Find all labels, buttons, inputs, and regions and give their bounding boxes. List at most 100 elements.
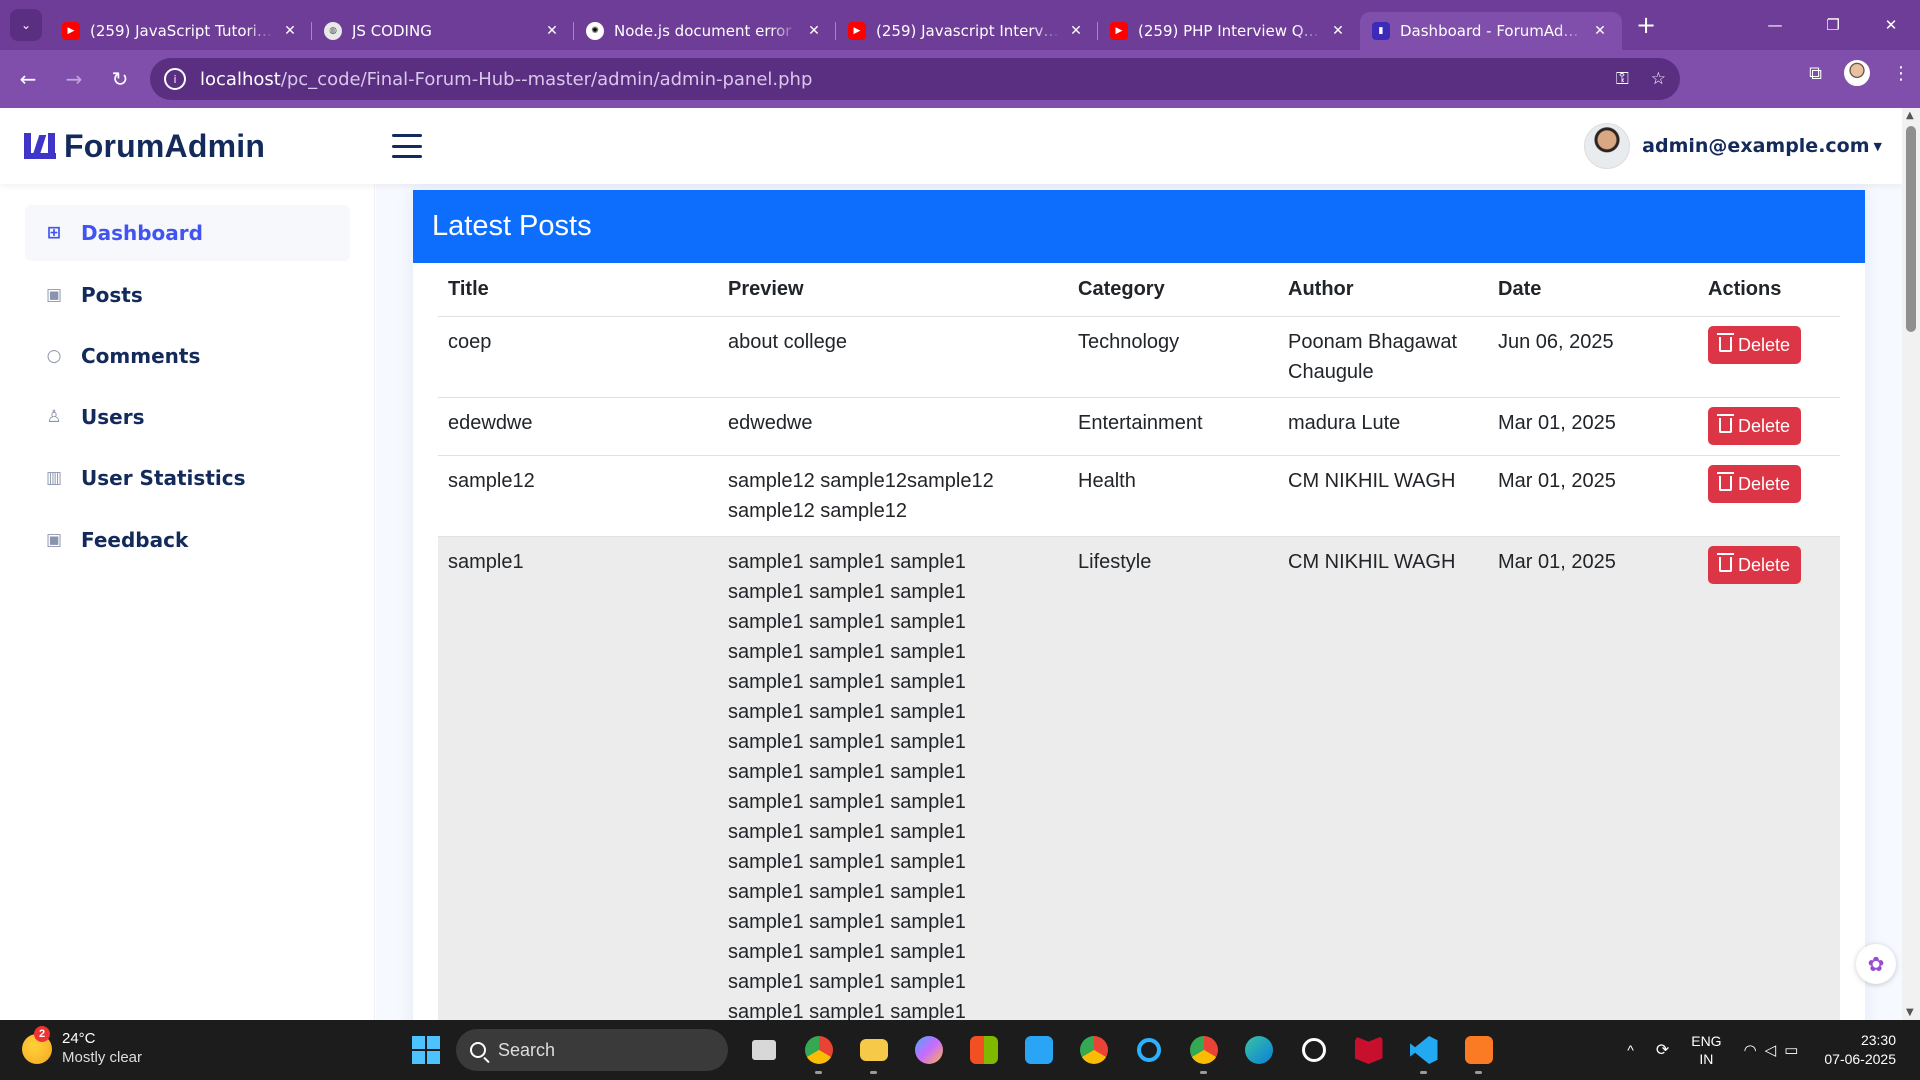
new-tab-icon[interactable]: + [1636, 11, 1656, 39]
weather-widget[interactable]: 2 24°C Mostly clear [22, 1026, 142, 1068]
profile-avatar[interactable] [1844, 60, 1870, 86]
youtube-icon: ▶ [848, 22, 866, 40]
sidebar-item-comments[interactable]: ○ Comments [25, 328, 350, 384]
youtube-icon: ▶ [1110, 22, 1128, 40]
tray-overflow-icon[interactable]: ^ [1627, 1042, 1634, 1058]
edge-icon[interactable] [1231, 1028, 1286, 1072]
sidebar-item-label: User Statistics [81, 466, 246, 490]
forward-icon[interactable]: → [56, 61, 92, 97]
taskbar-apps: Search [404, 1028, 1506, 1074]
close-tab-icon[interactable]: ✕ [280, 23, 300, 39]
user-avatar[interactable] [1584, 123, 1631, 169]
page-scrollbar[interactable]: ▲ ▼ [1902, 108, 1920, 1020]
post-title: sample1 [438, 536, 718, 1020]
tab-search-button[interactable]: ⌄ [10, 9, 42, 41]
close-tab-icon[interactable]: ✕ [1066, 23, 1086, 39]
ai-assistant-icon[interactable]: ✿ [1856, 944, 1896, 984]
browser-tab-active[interactable]: ▮ Dashboard - ForumAdmin ✕ [1360, 12, 1622, 50]
minimize-icon[interactable]: — [1746, 0, 1804, 50]
extensions-icon[interactable]: ⧉ [1809, 63, 1822, 84]
site-info-icon[interactable]: i [164, 68, 186, 90]
browser-tab[interactable]: ▶ (259) Javascript Interview C ✕ [836, 12, 1098, 50]
post-icon: ▣ [45, 285, 63, 305]
cortana-icon[interactable] [1121, 1028, 1176, 1072]
sidebar-toggle-icon[interactable] [392, 134, 422, 158]
sidebar-item-users[interactable]: ♙ Users [25, 389, 350, 445]
scrollbar-thumb[interactable] [1906, 126, 1916, 332]
l-app-icon[interactable] [1011, 1028, 1066, 1072]
mcafee-icon[interactable] [1341, 1028, 1396, 1072]
close-tab-icon[interactable]: ✕ [804, 23, 824, 39]
xampp-icon[interactable] [1451, 1028, 1506, 1074]
page-viewport: ForumAdmin admin@example.com ▼ ⊞ Dashboa… [0, 108, 1902, 1020]
close-tab-icon[interactable]: ✕ [542, 23, 562, 39]
close-tab-icon[interactable]: ✕ [1590, 23, 1610, 39]
brand-name: ForumAdmin [64, 127, 266, 164]
users-icon: ♙ [46, 407, 62, 427]
store-icon[interactable] [956, 1028, 1011, 1072]
sidebar-item-label: Users [81, 405, 145, 429]
delete-button[interactable]: Delete [1708, 325, 1802, 364]
file-explorer-icon[interactable] [846, 1028, 901, 1074]
chrome-active-icon[interactable] [1066, 1028, 1121, 1072]
user-menu[interactable]: admin@example.com ▼ [1584, 123, 1882, 169]
address-bar[interactable]: i localhost/pc_code/Final-Forum-Hub--mas… [150, 58, 1680, 100]
back-icon[interactable]: ← [10, 61, 46, 97]
delete-button[interactable]: Delete [1708, 464, 1802, 503]
clock-date: 07-06-2025 [1824, 1051, 1896, 1067]
table-row: coep about college Technology Poonam Bha… [438, 316, 1840, 398]
post-author: madura Lute [1278, 397, 1488, 456]
latest-posts-card: Latest Posts Title Preview Category Auth… [413, 190, 1865, 1020]
sidebar-item-posts[interactable]: ▣ Posts [25, 267, 350, 323]
column-header: Title [438, 263, 718, 317]
task-view-icon[interactable] [736, 1028, 791, 1072]
vscode-icon[interactable] [1396, 1028, 1451, 1074]
close-window-icon[interactable]: ✕ [1862, 0, 1920, 50]
sidebar: ⊞ Dashboard ▣ Posts ○ Comments ♙ Users ▥… [0, 184, 375, 1020]
post-date: Jun 06, 2025 [1488, 316, 1698, 398]
password-key-icon[interactable]: ⚿ [1616, 69, 1629, 89]
post-title: coep [438, 316, 718, 398]
reload-icon[interactable]: ↻ [102, 61, 138, 97]
forumadmin-logo-icon [24, 131, 56, 161]
windows-start-icon[interactable] [404, 1028, 448, 1072]
browser-tab[interactable]: ✺ Node.js document error ✕ [574, 12, 836, 50]
post-preview: sample12 sample12sample12 sample12 sampl… [718, 455, 1068, 537]
restore-icon[interactable]: ❐ [1804, 0, 1862, 50]
browser-tab[interactable]: ◍ JS CODING ✕ [312, 12, 574, 50]
brand-logo[interactable]: ForumAdmin [24, 128, 265, 165]
browser-menu-icon[interactable]: ⋮ [1892, 63, 1910, 84]
close-tab-icon[interactable]: ✕ [1328, 23, 1348, 39]
main-content: Latest Posts Title Preview Category Auth… [376, 184, 1902, 1020]
caret-down-icon: ▼ [1873, 139, 1882, 153]
scroll-down-icon[interactable]: ▼ [1906, 1007, 1914, 1018]
chrome-profile-icon[interactable] [791, 1028, 846, 1074]
language-indicator[interactable]: ENG IN [1691, 1032, 1721, 1068]
post-date: Mar 01, 2025 [1488, 397, 1698, 456]
browser-tab[interactable]: ▶ (259) PHP Interview Questi ✕ [1098, 12, 1360, 50]
sidebar-item-user-statistics[interactable]: ▥ User Statistics [25, 450, 350, 506]
sidebar-item-feedback[interactable]: ▣ Feedback [25, 512, 350, 568]
whatsapp-icon[interactable] [1286, 1028, 1341, 1072]
scroll-up-icon[interactable]: ▲ [1906, 110, 1914, 121]
actions-cell: Delete [1698, 316, 1840, 398]
post-author: CM NIKHIL WAGH [1278, 536, 1488, 1020]
taskbar-search[interactable]: Search [456, 1029, 728, 1071]
browser-tab[interactable]: ▶ (259) JavaScript Tutorial In ✕ [50, 12, 312, 50]
table-row: edewdwe edwedwe Entertainment madura Lut… [438, 397, 1840, 456]
chrome-profile-2-icon[interactable] [1176, 1028, 1231, 1074]
clock[interactable]: 23:30 07-06-2025 [1824, 1031, 1896, 1069]
weather-sun-icon: 2 [22, 1026, 52, 1064]
delete-button[interactable]: Delete [1708, 406, 1802, 445]
post-date: Mar 01, 2025 [1488, 536, 1698, 1020]
copilot-icon[interactable] [901, 1028, 956, 1072]
bookmark-star-icon[interactable]: ☆ [1651, 69, 1666, 89]
wifi-volume-battery-icon[interactable]: ◠◁▭ [1744, 1041, 1807, 1059]
actions-cell: Delete [1698, 455, 1840, 537]
sidebar-item-dashboard[interactable]: ⊞ Dashboard [25, 205, 350, 261]
weather-temp: 24°C [62, 1030, 96, 1047]
post-title: sample12 [438, 455, 718, 537]
delete-button[interactable]: Delete [1708, 545, 1802, 584]
column-header: Actions [1698, 263, 1840, 317]
sync-icon[interactable]: ⟳ [1656, 1040, 1669, 1060]
